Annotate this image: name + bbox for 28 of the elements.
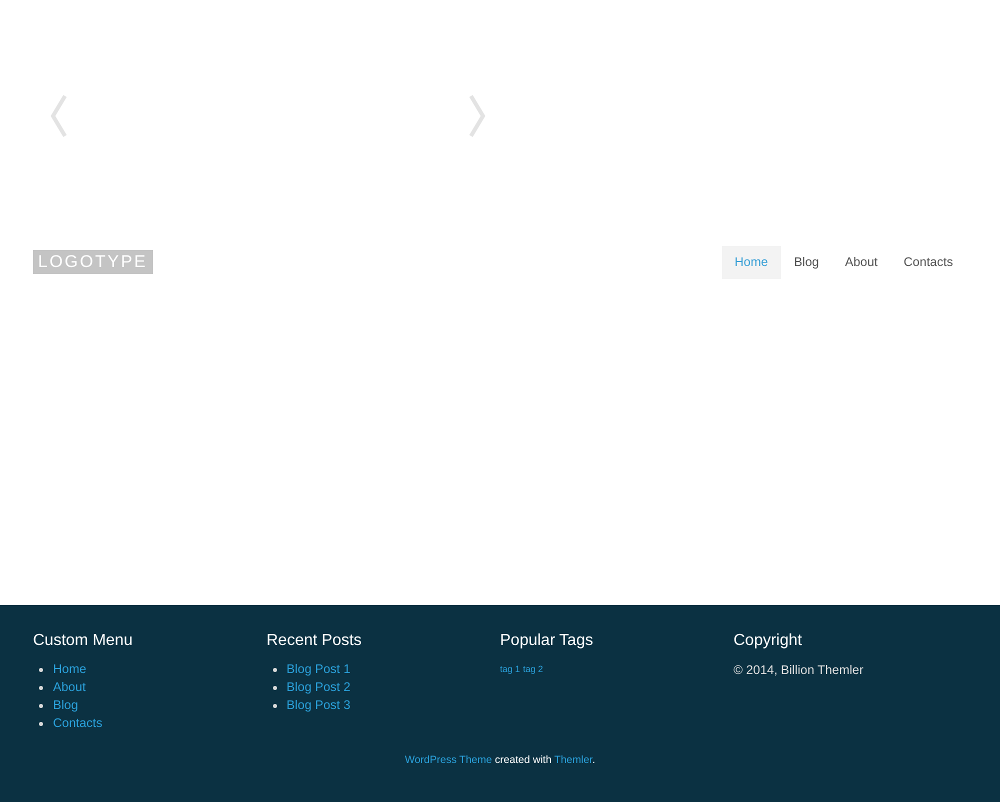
- widget-title: Popular Tags: [500, 631, 594, 651]
- footer-link[interactable]: Blog Post 2: [286, 678, 350, 697]
- footer-link[interactable]: Contacts: [53, 714, 102, 733]
- widget-title: Custom Menu: [33, 631, 134, 651]
- nav-link[interactable]: Contacts: [890, 246, 966, 279]
- tag-link[interactable]: tag 2: [523, 663, 544, 676]
- footer-link[interactable]: Blog: [53, 696, 78, 715]
- bullet-icon: [39, 704, 43, 708]
- footer-link[interactable]: About: [53, 678, 86, 697]
- credit-link[interactable]: WordPress Theme: [404, 754, 492, 766]
- nav-link[interactable]: About: [832, 246, 891, 279]
- footer-link[interactable]: Blog Post 1: [286, 660, 350, 679]
- bullet-icon: [272, 668, 276, 672]
- copyright-text: © 2014, Billion Themler: [734, 662, 864, 679]
- tag-link[interactable]: tag 1: [500, 663, 520, 676]
- bullet-icon: [39, 686, 43, 690]
- bullet-icon: [272, 686, 276, 690]
- footer-link[interactable]: Home: [53, 660, 86, 679]
- bullet-icon: [272, 704, 276, 708]
- bullet-icon: [39, 668, 43, 672]
- bullet-icon: [39, 722, 43, 726]
- credit-link[interactable]: Themler: [554, 754, 592, 766]
- nav-link[interactable]: Home: [722, 246, 781, 279]
- nav-link[interactable]: Blog: [780, 246, 832, 279]
- widget-title: Copyright: [734, 631, 803, 651]
- widget-title: Recent Posts: [266, 631, 363, 651]
- credit-text: WordPress Theme created with Themler.: [404, 753, 596, 768]
- footer-link[interactable]: Blog Post 3: [286, 696, 350, 715]
